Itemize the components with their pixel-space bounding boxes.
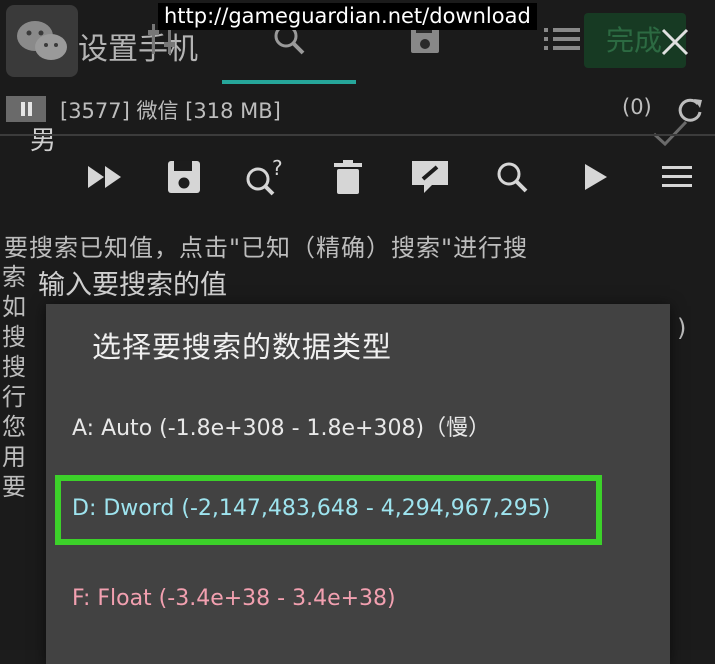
tab-memory-list-icon[interactable]: [544, 22, 580, 56]
play-icon[interactable]: [573, 152, 619, 202]
edit-icon[interactable]: [407, 152, 453, 202]
url-watermark: http://gameguardian.net/download: [158, 3, 537, 30]
help-char: 用: [2, 443, 26, 471]
help-char: 行: [2, 383, 26, 411]
pause-button[interactable]: [6, 96, 46, 122]
help-text-column: 索 如 搜 搜 行 您 用 要: [2, 262, 32, 502]
help-char: 索: [2, 263, 26, 291]
dialog-title: 选择要搜索的数据类型: [92, 330, 393, 364]
active-tab-indicator: [222, 80, 356, 84]
divider: [0, 134, 715, 136]
delete-icon[interactable]: [325, 152, 371, 202]
svg-text:?: ?: [272, 157, 283, 180]
help-char: 搜: [2, 323, 26, 351]
search-icon[interactable]: [489, 152, 535, 202]
save-icon[interactable]: [161, 152, 207, 202]
gg-toolbar: ?: [0, 152, 715, 208]
help-char: 您: [2, 413, 26, 441]
search-value-label: 输入要搜索的值: [38, 270, 227, 301]
search-question-icon[interactable]: ?: [243, 152, 289, 202]
help-char: 搜: [2, 353, 26, 381]
help-text: 要搜索已知值，点击"已知（精确）搜索"进行搜: [4, 234, 529, 262]
help-text-paren: ): [677, 314, 687, 342]
gg-tab-bar: [0, 22, 715, 80]
help-char: 要: [2, 473, 26, 501]
type-option-auto[interactable]: A: Auto (-1.8e+308 - 1.8e+308)（慢）: [72, 410, 490, 442]
fast-forward-icon[interactable]: [82, 152, 128, 202]
menu-icon[interactable]: [654, 152, 700, 202]
close-icon[interactable]: [655, 22, 695, 62]
refresh-icon[interactable]: [676, 96, 704, 124]
dword-highlight-box: [55, 475, 602, 545]
results-count: (0): [622, 95, 652, 119]
process-info[interactable]: [3577] 微信 [318 MB]: [60, 95, 281, 125]
help-char: 如: [2, 293, 26, 321]
type-option-float[interactable]: F: Float (-3.4e+38 - 3.4e+38): [72, 586, 396, 611]
